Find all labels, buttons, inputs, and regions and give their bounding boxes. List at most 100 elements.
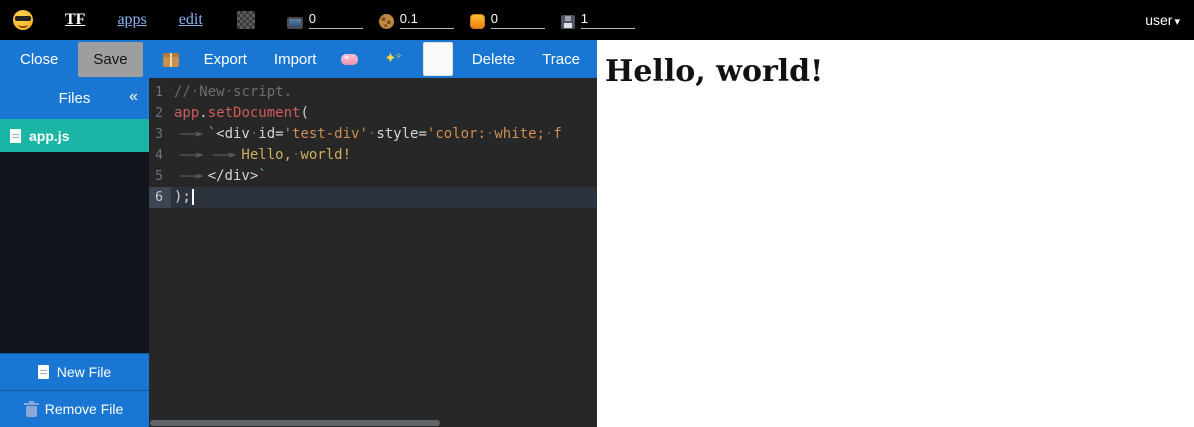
smiley-sunglasses-icon: [13, 10, 33, 30]
save-button[interactable]: Save: [78, 42, 142, 77]
new-file-icon: [38, 365, 49, 379]
collapse-sidebar-button[interactable]: «: [129, 88, 138, 106]
import-button[interactable]: Import: [264, 45, 327, 74]
files-header: Files «: [0, 78, 149, 119]
line-number: 3: [149, 124, 171, 145]
hscroll-thumb[interactable]: [150, 420, 440, 426]
topbar-links: TF apps edit: [33, 11, 203, 29]
topbar-link-apps[interactable]: apps: [117, 11, 146, 29]
code-token: style=: [376, 126, 427, 142]
code-token: .: [199, 105, 207, 121]
code-token: `: [258, 168, 266, 184]
tab-whitespace-icon: →: [174, 166, 208, 187]
file-item[interactable]: app.js: [0, 119, 149, 152]
blank-button[interactable]: [423, 42, 452, 76]
code-token: app: [174, 105, 199, 121]
code-token: id=: [258, 126, 283, 142]
tab-whitespace-icon: →: [174, 145, 208, 166]
line-number: 2: [149, 103, 171, 124]
stat-coin: 0: [470, 11, 545, 29]
text-cursor: [192, 189, 194, 205]
topbar-stats: 0 0.1 0 1: [255, 11, 635, 29]
line-number: 4: [149, 145, 171, 166]
user-menu[interactable]: user▾: [1145, 12, 1180, 28]
hscrollbar[interactable]: [150, 420, 596, 426]
stat-value[interactable]: 0: [491, 11, 545, 29]
close-button[interactable]: Close: [10, 45, 68, 74]
code-line[interactable]: 2app.setDocument(: [149, 103, 597, 124]
topbar-link-edit[interactable]: edit: [179, 11, 203, 29]
line-number: 6: [149, 187, 171, 208]
package-icon: [163, 53, 179, 67]
topbar-link-tf[interactable]: TF: [65, 11, 85, 29]
code-token: //: [174, 84, 191, 100]
code-line[interactable]: 1//·New·script.: [149, 82, 597, 103]
preview-pane: Hello, world!: [597, 40, 1194, 427]
code-content: →</div>`: [171, 166, 597, 187]
code-token: `: [208, 126, 216, 142]
code-token: </div>: [208, 168, 259, 184]
caret-down-icon: ▾: [1174, 16, 1180, 28]
file-icon: [10, 129, 21, 143]
tab-whitespace-icon: →: [174, 124, 208, 145]
logo: [13, 10, 33, 30]
sparkles-icon: [381, 50, 399, 68]
topbar: TF apps edit 0 0.1 0 1 user▾: [0, 0, 1194, 40]
code-line[interactable]: 5→</div>`: [149, 166, 597, 187]
stat-floppy: 1: [561, 11, 635, 29]
file-list: app.js: [0, 119, 149, 353]
stat-value[interactable]: 0: [309, 11, 363, 29]
delete-button[interactable]: Delete: [462, 45, 525, 74]
code-token: ·: [225, 84, 233, 100]
code-line[interactable]: 3→`<div·id='test-div'·style='color:·whit…: [149, 124, 597, 145]
code-token: 'color:: [427, 126, 486, 142]
soap-button[interactable]: [333, 45, 366, 74]
code-content: app.setDocument(: [171, 103, 597, 124]
stat-monitor: 0: [287, 11, 363, 29]
stat-cookie: 0.1: [379, 11, 454, 29]
pixel-button-wrap: [237, 11, 255, 29]
coin-icon: [470, 14, 485, 29]
code-token: f: [553, 126, 561, 142]
app-window: TF apps edit 0 0.1 0 1 user▾ Close Save ExportI…: [0, 0, 1194, 427]
trace-button[interactable]: Trace: [532, 45, 590, 74]
files-title: Files: [0, 90, 149, 107]
preview-heading: Hello, world!: [605, 54, 1194, 89]
code-content: );: [171, 187, 597, 208]
code-token: New: [199, 84, 224, 100]
sidebar-actions: New File Remove File: [0, 353, 149, 427]
code-token: Hello,: [241, 147, 292, 163]
package-button[interactable]: [155, 45, 187, 74]
file-name: app.js: [29, 128, 69, 144]
code-token: script.: [233, 84, 292, 100]
tab-whitespace-icon: →: [208, 145, 242, 166]
code-token: (: [300, 105, 308, 121]
cookie-icon: [379, 14, 394, 29]
code-token: 'test-div': [284, 126, 368, 142]
stat-value[interactable]: 0.1: [400, 11, 454, 29]
remove-file-button[interactable]: Remove File: [0, 390, 149, 427]
soap-icon: [341, 54, 358, 65]
sparkles-button[interactable]: [373, 44, 407, 74]
toolbar: Close Save ExportImport DeleteTrace: [0, 40, 597, 78]
action-label: New File: [57, 364, 111, 380]
sidebar: Files « app.js New File Remove File: [0, 78, 149, 427]
line-number: 1: [149, 82, 171, 103]
pixel-art-icon[interactable]: [237, 11, 255, 29]
action-label: Remove File: [45, 401, 124, 417]
code-line[interactable]: 6);: [149, 187, 597, 208]
monitor-icon: [287, 17, 303, 29]
stat-value[interactable]: 1: [581, 11, 635, 29]
line-number: 5: [149, 166, 171, 187]
new-file-button[interactable]: New File: [0, 353, 149, 390]
code-token: setDocument: [208, 105, 301, 121]
user-label: user: [1145, 12, 1172, 28]
code-lines: 1//·New·script.2app.setDocument(3→`<div·…: [149, 78, 597, 208]
trash-icon: [26, 406, 37, 417]
code-content: →`<div·id='test-div'·style='color:·white…: [171, 124, 597, 145]
code-editor[interactable]: 1//·New·script.2app.setDocument(3→`<div·…: [149, 78, 597, 427]
floppy-icon: [561, 15, 575, 29]
export-button[interactable]: Export: [194, 45, 257, 74]
code-line[interactable]: 4→→Hello,·world!: [149, 145, 597, 166]
code-content: //·New·script.: [171, 82, 597, 103]
